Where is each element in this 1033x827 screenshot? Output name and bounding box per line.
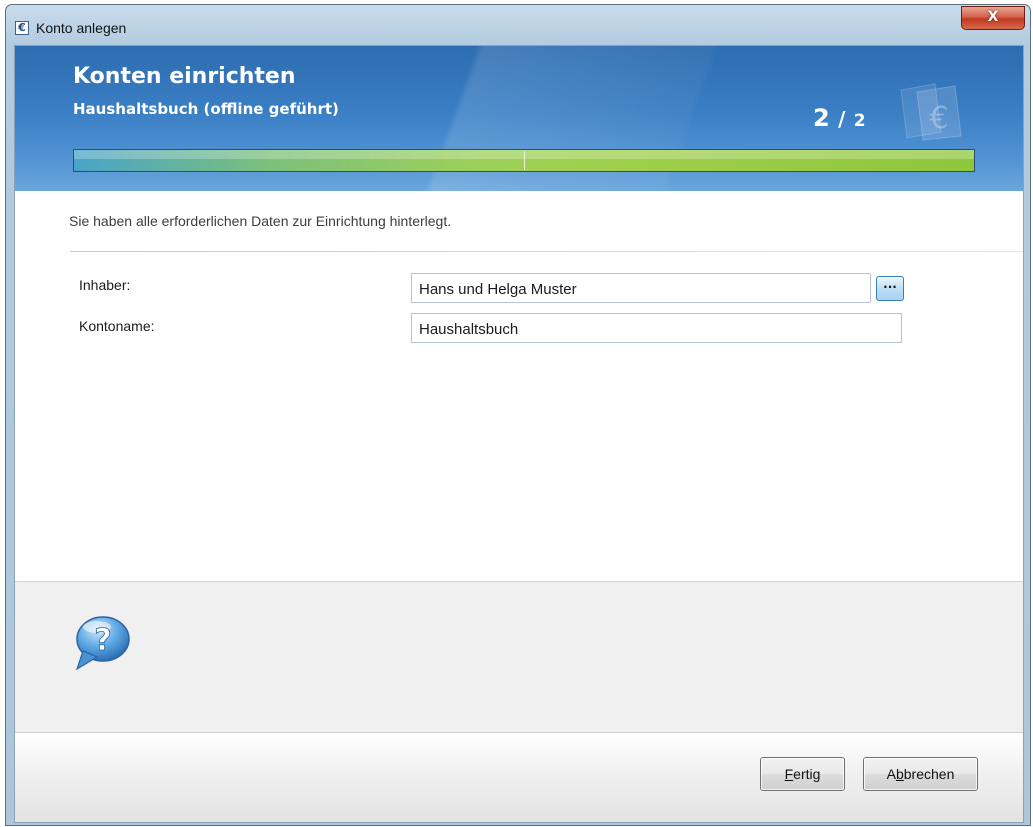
wizard-header: Konten einrichten Haushaltsbuch (offline… xyxy=(15,46,1023,191)
wizard-progress-bar xyxy=(73,149,975,172)
dialog-window: € Konto anlegen X Konten einrichten Haus… xyxy=(5,4,1031,826)
finish-mnemonic: F xyxy=(784,766,794,782)
cancel-label-start: A xyxy=(886,766,896,782)
step-indicator: 2 / 2 xyxy=(813,104,866,132)
step-total: 2 xyxy=(853,111,866,131)
svg-text:€: € xyxy=(929,101,948,136)
dialog-client-area: Konten einrichten Haushaltsbuch (offline… xyxy=(14,45,1024,823)
owner-label: Inhaber: xyxy=(79,277,131,293)
window-title: Konto anlegen xyxy=(36,20,127,36)
svg-text:?: ? xyxy=(94,623,111,658)
cancel-label-rest: brechen xyxy=(903,766,955,782)
dialog-footer: Fertig Abbrechen xyxy=(15,732,1023,822)
progress-step-divider xyxy=(524,151,525,170)
euro-card-icon: € xyxy=(900,83,962,141)
cancel-button[interactable]: Abbrechen xyxy=(863,757,978,791)
close-button[interactable]: X xyxy=(961,6,1025,30)
finish-label-rest: ertig xyxy=(793,766,821,782)
intro-text: Sie haben alle erforderlichen Daten zur … xyxy=(69,213,452,229)
account-name-label: Kontoname: xyxy=(79,318,155,334)
account-name-field[interactable]: Haushaltsbuch xyxy=(411,313,902,343)
wizard-title: Konten einrichten xyxy=(73,64,296,89)
separator xyxy=(70,251,1023,252)
owner-browse-button[interactable]: ... xyxy=(876,276,904,301)
help-bubble-icon[interactable]: ? xyxy=(67,611,137,675)
title-bar[interactable]: € Konto anlegen X xyxy=(6,5,1030,45)
wizard-subtitle: Haushaltsbuch (offline geführt) xyxy=(73,100,339,118)
step-current: 2 xyxy=(813,104,830,132)
step-separator: / xyxy=(838,107,846,131)
finish-button[interactable]: Fertig xyxy=(760,757,845,791)
help-panel: ? xyxy=(15,581,1023,733)
euro-app-icon: € xyxy=(15,21,29,35)
owner-field[interactable]: Hans und Helga Muster xyxy=(411,273,871,303)
cancel-mnemonic: b xyxy=(895,766,904,782)
